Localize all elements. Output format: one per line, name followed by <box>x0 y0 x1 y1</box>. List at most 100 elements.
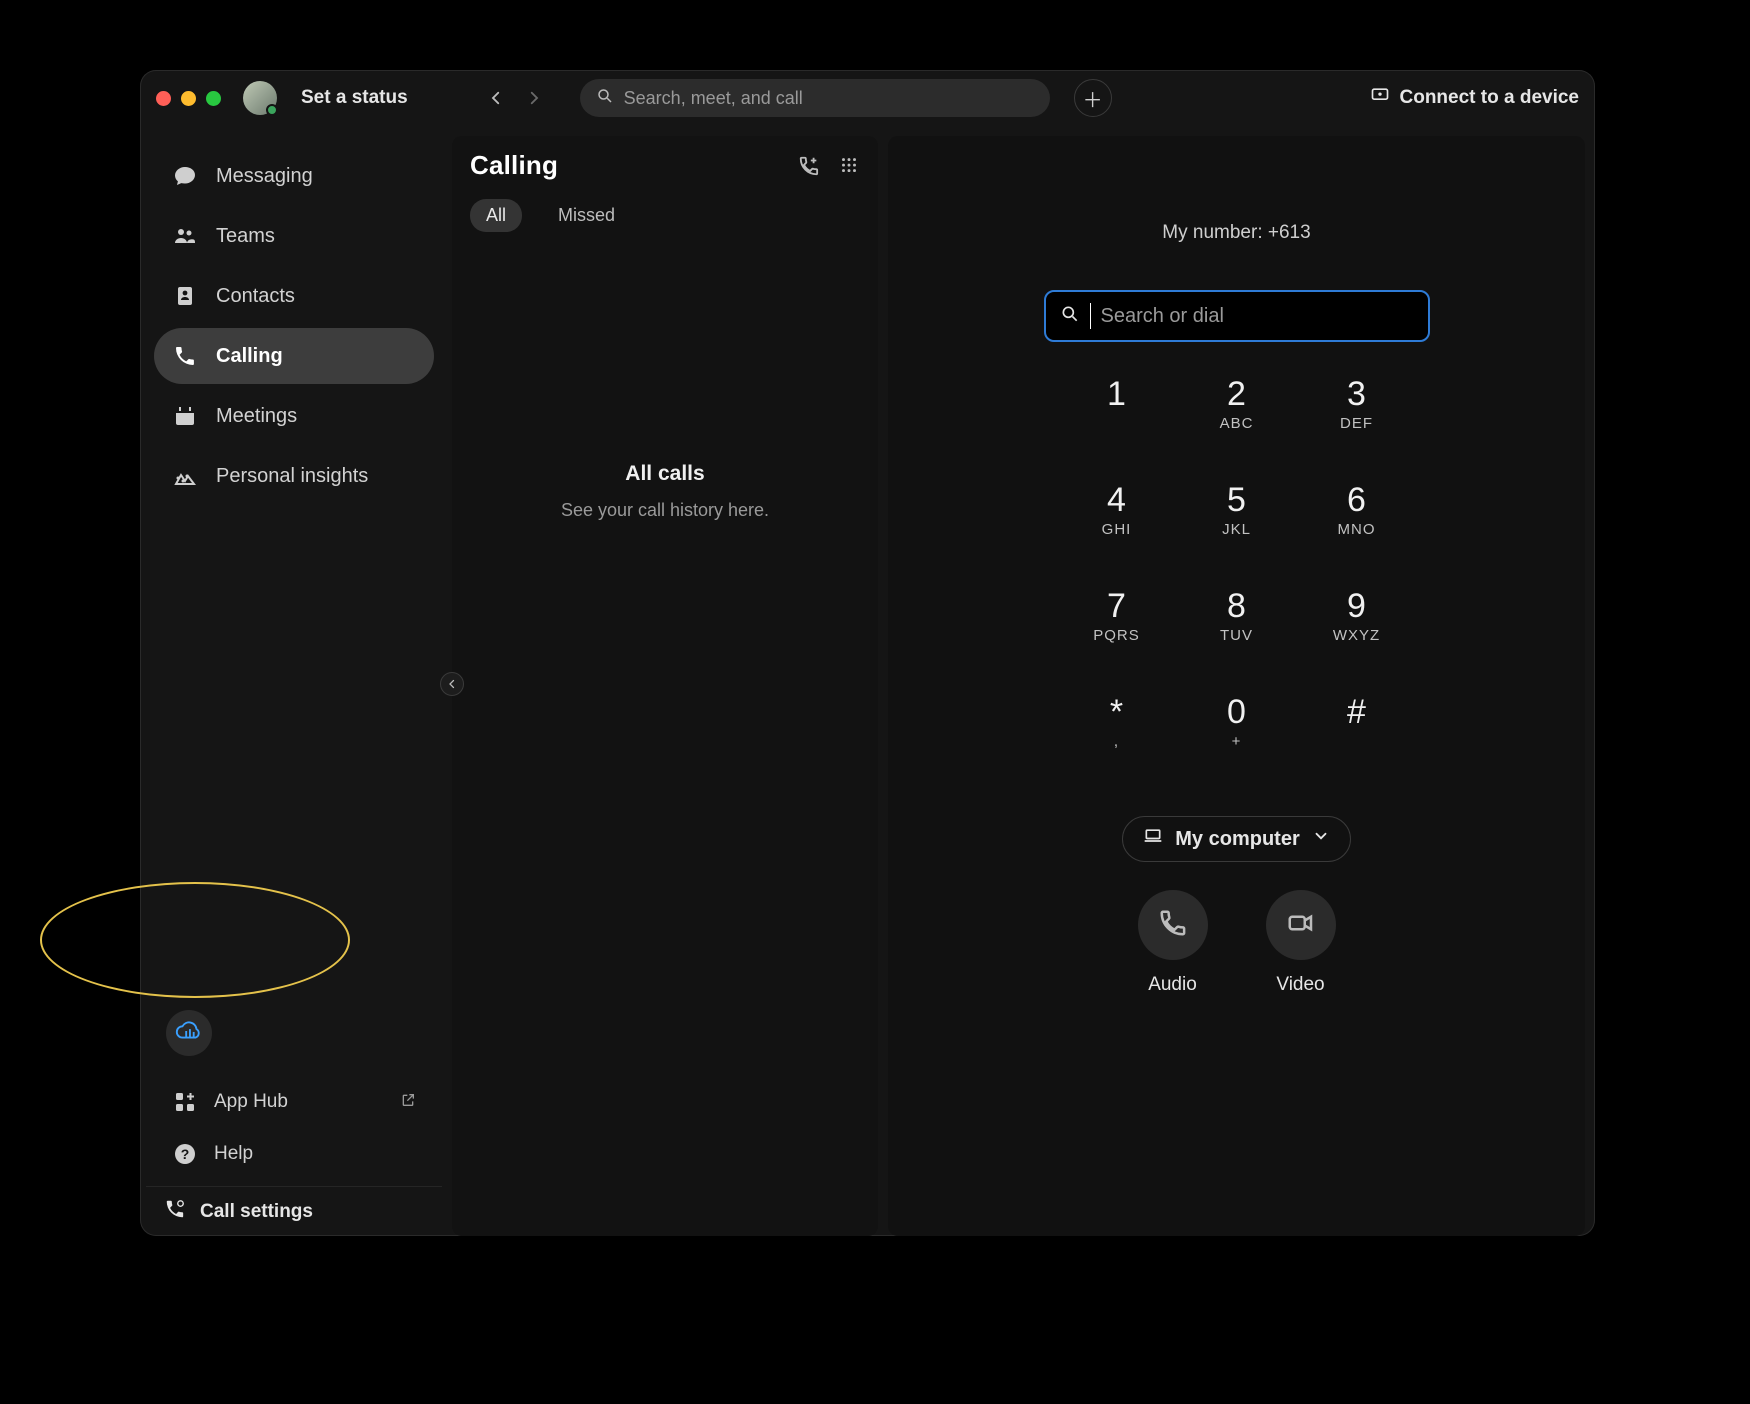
keypad-letters: + <box>1179 733 1295 750</box>
grid-plus-icon <box>172 1089 198 1115</box>
video-call-label: Video <box>1266 974 1336 996</box>
keypad-letters: TUV <box>1179 627 1295 644</box>
audio-call-label: Audio <box>1138 974 1208 996</box>
sidebar-item-messaging[interactable]: Messaging <box>154 148 434 204</box>
nav-back-button[interactable] <box>482 84 510 112</box>
keypad-letters: JKL <box>1179 521 1295 538</box>
keypad-digit: 9 <box>1299 588 1415 625</box>
connect-device-button[interactable]: Connect to a device <box>1370 85 1580 111</box>
keypad-digit: 7 <box>1059 588 1175 625</box>
phone-gear-icon <box>164 1198 186 1226</box>
keypad-digit: 8 <box>1179 588 1295 625</box>
keypad-key-5[interactable]: 5 JKL <box>1179 482 1295 586</box>
keypad-digit: 1 <box>1059 376 1175 413</box>
keypad-key-0[interactable]: 0+ <box>1179 694 1295 798</box>
keypad-key-8[interactable]: 8 TUV <box>1179 588 1295 692</box>
empty-state-subtitle: See your call history here. <box>470 500 860 521</box>
dialer-panel: My number: +613 Search or dial 12ABC3DEF… <box>888 136 1585 1236</box>
cloud-icon <box>174 1020 204 1047</box>
screen-share-icon <box>1370 85 1390 111</box>
plus-icon: ＋ <box>1083 84 1103 113</box>
panel-title: Calling <box>470 150 558 181</box>
tab-missed[interactable]: Missed <box>542 199 631 232</box>
sidebar-item-personal-insights[interactable]: Personal insights <box>154 448 434 504</box>
close-window-button[interactable] <box>156 91 171 106</box>
video-icon <box>1286 908 1316 943</box>
calendar-icon <box>172 403 198 429</box>
keypad-letters: ABC <box>1179 415 1295 432</box>
dial-input[interactable]: Search or dial <box>1044 290 1430 342</box>
keypad-digit: # <box>1299 694 1415 731</box>
empty-state-title: All calls <box>470 462 860 486</box>
search-icon <box>1060 304 1080 329</box>
sidebar-item-label: Personal insights <box>216 465 368 488</box>
sidebar-item-contacts[interactable]: Contacts <box>154 268 434 324</box>
external-link-icon <box>400 1092 416 1113</box>
avatar[interactable] <box>243 81 277 115</box>
new-action-button[interactable]: ＋ <box>1074 79 1112 117</box>
keypad-key-hash[interactable]: # <box>1299 694 1415 798</box>
sidebar-item-teams[interactable]: Teams <box>154 208 434 264</box>
presence-dot-icon <box>266 104 278 116</box>
collapse-sidebar-button[interactable] <box>440 672 464 696</box>
phone-icon <box>1158 908 1188 943</box>
tab-all[interactable]: All <box>470 199 522 232</box>
app-window: Set a status Search, meet, and call ＋ <box>140 70 1595 1236</box>
sidebar-item-label: Messaging <box>216 165 313 188</box>
keypad-digit: 2 <box>1179 376 1295 413</box>
titlebar: Set a status Search, meet, and call ＋ <box>140 70 1595 126</box>
sidebar-item-label: Meetings <box>216 405 297 428</box>
keypad-key-9[interactable]: 9WXYZ <box>1299 588 1415 692</box>
sidebar-item-label: Teams <box>216 225 275 248</box>
device-selector-label: My computer <box>1175 828 1299 851</box>
global-search-placeholder: Search, meet, and call <box>624 88 803 109</box>
video-call-button[interactable] <box>1266 890 1336 960</box>
global-search[interactable]: Search, meet, and call <box>580 79 1050 117</box>
insights-icon <box>172 463 198 489</box>
keypad-letters: MNO <box>1299 521 1415 538</box>
search-icon <box>596 87 614 110</box>
window-controls <box>156 91 221 106</box>
empty-state: All calls See your call history here. <box>470 462 860 521</box>
sidebar-item-label: Calling <box>216 345 283 368</box>
sidebar-item-app-hub[interactable]: App Hub <box>154 1076 434 1128</box>
keypad: 12 ABC3DEF 4 GHI5 JKL6MNO 7PQRS8 TUV9WXYZ *,0+# <box>1059 376 1415 798</box>
keypad-key-star[interactable]: *, <box>1059 694 1175 798</box>
sidebar-item-label: Contacts <box>216 285 295 308</box>
keypad-key-3[interactable]: 3DEF <box>1299 376 1415 480</box>
keypad-digit: 4 <box>1059 482 1175 519</box>
status-label[interactable]: Set a status <box>301 87 408 109</box>
help-icon: ? <box>172 1141 198 1167</box>
keypad-key-1[interactable]: 1 <box>1059 376 1175 480</box>
add-call-icon[interactable] <box>798 155 820 177</box>
keypad-letters: GHI <box>1059 521 1175 538</box>
call-settings-label: Call settings <box>200 1201 313 1223</box>
keypad-key-2[interactable]: 2 ABC <box>1179 376 1295 480</box>
text-cursor <box>1090 303 1091 329</box>
chevron-down-icon <box>1312 827 1330 851</box>
sidebar-item-calling[interactable]: Calling <box>154 328 434 384</box>
connect-device-label: Connect to a device <box>1400 87 1580 109</box>
call-history-panel: Calling All Missed All calls <box>452 136 878 1236</box>
call-settings-button[interactable]: Call settings <box>146 1186 442 1236</box>
device-selector[interactable]: My computer <box>1122 816 1350 862</box>
sidebar: Messaging Teams Contacts Calling Meeting <box>140 136 442 1236</box>
phone-icon <box>172 343 198 369</box>
address-book-icon <box>172 283 198 309</box>
keypad-key-7[interactable]: 7PQRS <box>1059 588 1175 692</box>
sidebar-item-help[interactable]: ? Help <box>154 1128 434 1180</box>
cloud-app-button[interactable] <box>166 1010 212 1056</box>
audio-call-button[interactable] <box>1138 890 1208 960</box>
laptop-icon <box>1143 826 1163 852</box>
keypad-letters: , <box>1059 733 1175 750</box>
sidebar-item-meetings[interactable]: Meetings <box>154 388 434 444</box>
keypad-letters: DEF <box>1299 415 1415 432</box>
dial-input-placeholder: Search or dial <box>1101 305 1224 328</box>
dialpad-icon[interactable] <box>838 155 860 177</box>
maximize-window-button[interactable] <box>206 91 221 106</box>
minimize-window-button[interactable] <box>181 91 196 106</box>
keypad-digit: 5 <box>1179 482 1295 519</box>
keypad-key-6[interactable]: 6MNO <box>1299 482 1415 586</box>
nav-forward-button[interactable] <box>520 84 548 112</box>
keypad-key-4[interactable]: 4 GHI <box>1059 482 1175 586</box>
